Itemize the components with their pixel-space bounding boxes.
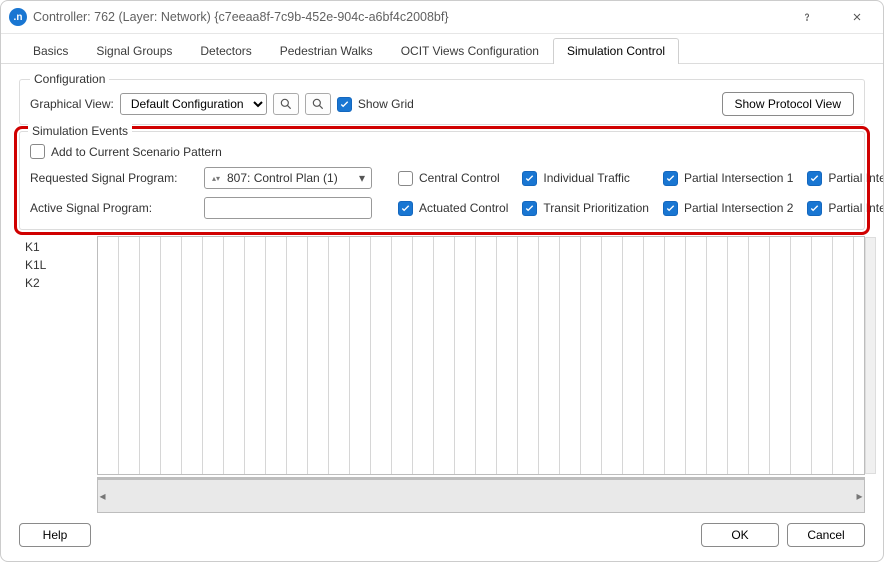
timeline-grid[interactable] xyxy=(97,236,865,475)
chevron-down-icon: ▾ xyxy=(359,171,365,185)
tab-simulation-control[interactable]: Simulation Control xyxy=(553,38,679,64)
window-title: Controller: 762 (Layer: Network) {c7eeaa… xyxy=(33,10,779,24)
checkbox-icon xyxy=(663,201,678,216)
help-button[interactable]: Help xyxy=(19,523,91,547)
partial-intersection-2-label: Partial Intersection 2 xyxy=(684,201,793,215)
checkbox-icon xyxy=(663,171,678,186)
app-icon: .n xyxy=(9,8,27,26)
checkbox-icon xyxy=(337,97,352,112)
partial-intersection-2-checkbox[interactable]: Partial Intersection 2 xyxy=(663,201,793,216)
vertical-scrollbar[interactable] xyxy=(865,237,876,474)
tab-detectors[interactable]: Detectors xyxy=(186,38,265,64)
zoom-out-button[interactable] xyxy=(305,93,331,115)
titlebar: .n Controller: 762 (Layer: Network) {c7e… xyxy=(1,1,883,33)
partial-intersection-4-label: Partial Intersection 4 xyxy=(828,201,883,215)
checkbox-icon xyxy=(807,171,822,186)
active-signal-program-label: Active Signal Program: xyxy=(30,201,190,215)
row-label-k1l: K1L xyxy=(25,258,91,272)
tab-basics[interactable]: Basics xyxy=(19,38,82,64)
requested-signal-program-select[interactable]: ▴▾ 807: Control Plan (1) ▾ xyxy=(204,167,372,189)
individual-traffic-label: Individual Traffic xyxy=(543,171,630,185)
scroll-left-icon[interactable]: ◂ xyxy=(97,487,108,505)
checkbox-icon xyxy=(398,201,413,216)
partial-intersection-3-label: Partial Intersection 3 xyxy=(828,171,883,185)
stepper-icon: ▴▾ xyxy=(211,177,221,180)
ok-button[interactable]: OK xyxy=(701,523,779,547)
requested-signal-program-value: 807: Control Plan (1) xyxy=(227,171,353,185)
requested-signal-program-label: Requested Signal Program: xyxy=(30,171,190,185)
checkbox-icon xyxy=(30,144,45,159)
actuated-control-checkbox[interactable]: Actuated Control xyxy=(398,201,508,216)
simulation-events-legend: Simulation Events xyxy=(28,124,132,138)
zoom-in-button[interactable] xyxy=(273,93,299,115)
transit-prioritization-label: Transit Prioritization xyxy=(543,201,649,215)
tab-signal-groups[interactable]: Signal Groups xyxy=(82,38,186,64)
help-window-button[interactable] xyxy=(785,2,829,32)
partial-intersection-4-checkbox[interactable]: Partial Intersection 4 xyxy=(807,201,883,216)
cancel-button[interactable]: Cancel xyxy=(787,523,865,547)
timeline-row-labels: K1 K1L K2 xyxy=(19,236,97,513)
partial-intersection-3-checkbox[interactable]: Partial Intersection 3 xyxy=(807,171,883,186)
dialog-footer: Help OK Cancel xyxy=(1,513,883,561)
timeline-hscroll-track[interactable]: ◂ ▸ xyxy=(97,477,865,513)
partial-intersection-1-checkbox[interactable]: Partial Intersection 1 xyxy=(663,171,793,186)
show-grid-checkbox[interactable]: Show Grid xyxy=(337,97,414,112)
add-to-scenario-checkbox[interactable]: Add to Current Scenario Pattern xyxy=(30,144,883,159)
simulation-events-group: Simulation Events Add to Current Scenari… xyxy=(19,131,865,230)
checkbox-icon xyxy=(398,171,413,186)
partial-intersection-1-label: Partial Intersection 1 xyxy=(684,171,793,185)
scroll-right-icon[interactable]: ▸ xyxy=(854,487,865,505)
active-signal-program-field[interactable] xyxy=(204,197,372,219)
checkbox-icon xyxy=(522,171,537,186)
tab-ocit-views-configuration[interactable]: OCIT Views Configuration xyxy=(387,38,553,64)
timeline-area: K1 K1L K2 ◂ ▸ xyxy=(19,236,865,513)
row-label-k2: K2 xyxy=(25,276,91,290)
checkbox-icon xyxy=(807,201,822,216)
tab-pedestrian-walks[interactable]: Pedestrian Walks xyxy=(266,38,387,64)
actuated-control-label: Actuated Control xyxy=(419,201,508,215)
central-control-checkbox[interactable]: Central Control xyxy=(398,171,508,186)
configuration-legend: Configuration xyxy=(30,72,109,86)
checkbox-icon xyxy=(522,201,537,216)
show-protocol-view-button[interactable]: Show Protocol View xyxy=(722,92,855,116)
tab-bar: Basics Signal Groups Detectors Pedestria… xyxy=(1,34,883,64)
row-label-k1: K1 xyxy=(25,240,91,254)
configuration-group: Configuration Graphical View: Default Co… xyxy=(19,72,865,125)
individual-traffic-checkbox[interactable]: Individual Traffic xyxy=(522,171,649,186)
graphical-view-select[interactable]: Default Configuration xyxy=(120,93,267,115)
add-to-scenario-label: Add to Current Scenario Pattern xyxy=(51,145,222,159)
close-window-button[interactable] xyxy=(835,2,879,32)
show-grid-label: Show Grid xyxy=(358,97,414,111)
transit-prioritization-checkbox[interactable]: Transit Prioritization xyxy=(522,201,649,216)
graphical-view-label: Graphical View: xyxy=(30,97,114,111)
central-control-label: Central Control xyxy=(419,171,500,185)
